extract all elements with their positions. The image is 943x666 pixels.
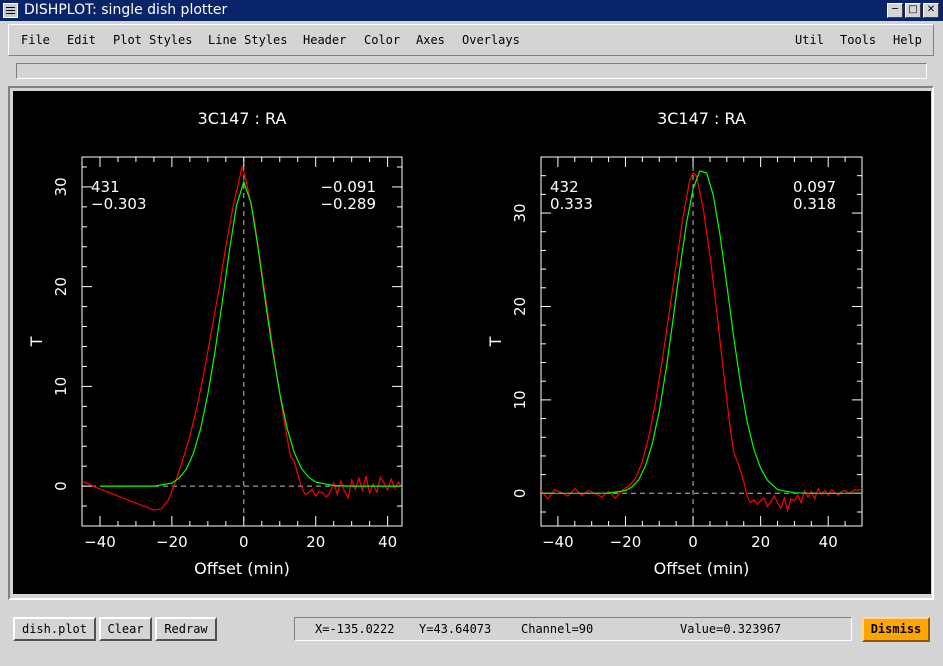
menu-bar: File Edit Plot Styles Line Styles Header… bbox=[8, 24, 934, 56]
panel-1-annotation-top-right-1: −0.091 bbox=[320, 178, 376, 196]
title-bar: DISHPLOT: single dish plotter ─ □ ✕ bbox=[0, 0, 943, 21]
panel-1-y-tick-label: 30 bbox=[52, 177, 70, 196]
panel-2-x-tick-label: −20 bbox=[610, 533, 642, 551]
panel-2-x-tick-label: 40 bbox=[819, 533, 838, 551]
panel-2-y-axis-label: T bbox=[486, 336, 505, 347]
menu-edit[interactable]: Edit bbox=[67, 33, 96, 47]
value-readout: Value=0.323967 bbox=[680, 622, 782, 636]
dismiss-button[interactable]: Dismiss bbox=[862, 617, 930, 642]
window-title: DISHPLOT: single dish plotter bbox=[24, 2, 228, 18]
plot-canvas[interactable]: 3C147 : RA −40 −20 0 20 40 0 10 20 30 Offset (min)… bbox=[13, 91, 931, 594]
dish-plot-button[interactable]: dish.plot bbox=[13, 617, 96, 641]
panel-2-x-axis-label: Offset (min) bbox=[654, 559, 750, 578]
menu-plot-styles[interactable]: Plot Styles bbox=[113, 33, 192, 47]
panel-1-x-tick-label: 40 bbox=[378, 533, 397, 551]
panel-1-chart-title: 3C147 : RA bbox=[198, 109, 287, 128]
panel-1-annotation-top-left-2: −0.303 bbox=[91, 195, 147, 213]
channel-readout: Channel=90 bbox=[521, 622, 594, 636]
panel-2-x-tick-label: 20 bbox=[751, 533, 770, 551]
panel-2-annotation-top-right-1: 0.097 bbox=[793, 178, 836, 196]
menu-file[interactable]: File bbox=[21, 33, 50, 47]
minimize-icon[interactable]: ─ bbox=[887, 3, 903, 18]
panel-1-annotation-top-left-1: 431 bbox=[91, 178, 120, 196]
panel-1-fit-series-line bbox=[100, 179, 402, 487]
cursor-y-readout: Y=43.64073 bbox=[419, 622, 492, 636]
panel-1-data-series-line bbox=[82, 164, 402, 511]
panel-1-y-tick-label: 0 bbox=[52, 481, 70, 491]
menu-tools[interactable]: Tools bbox=[840, 33, 876, 47]
panel-2-annotation-top-left-1: 432 bbox=[550, 178, 579, 196]
panel-2-data-series-line bbox=[541, 171, 862, 513]
panel-1-annotation-top-right-2: −0.289 bbox=[320, 195, 376, 213]
panel-2-chart-title: 3C147 : RA bbox=[657, 109, 746, 128]
menu-axes[interactable]: Axes bbox=[416, 33, 445, 47]
panel-2-annotation-top-left-2: 0.333 bbox=[550, 195, 593, 213]
panel-1-y-tick-label: 10 bbox=[52, 377, 70, 396]
panel-2-annotation-top-right-2: 0.318 bbox=[793, 195, 836, 213]
menu-util[interactable]: Util bbox=[795, 33, 824, 47]
panel-2-y-tick-label: 30 bbox=[511, 204, 529, 223]
panel-2-y-tick-label: 10 bbox=[511, 390, 529, 409]
menu-line-styles[interactable]: Line Styles bbox=[208, 33, 287, 47]
clear-button[interactable]: Clear bbox=[99, 617, 152, 641]
close-icon[interactable]: ✕ bbox=[923, 3, 939, 18]
menu-help[interactable]: Help bbox=[893, 33, 922, 47]
panel-1-y-tick-label: 20 bbox=[52, 277, 70, 296]
menu-color[interactable]: Color bbox=[364, 33, 400, 47]
panel-2-x-tick-label: 0 bbox=[688, 533, 698, 551]
window-menu-icon[interactable] bbox=[3, 3, 18, 18]
panel-1-x-axis-label: Offset (min) bbox=[194, 559, 290, 578]
panel-2-y-tick-label: 0 bbox=[511, 489, 529, 499]
panel-1-x-tick-label: 0 bbox=[239, 533, 249, 551]
maximize-icon[interactable]: □ bbox=[905, 3, 921, 18]
panel-2-y-tick-label: 20 bbox=[511, 297, 529, 316]
panel-1-x-tick-label: 20 bbox=[306, 533, 325, 551]
plot-svg[interactable]: 3C147 : RA −40 −20 0 20 40 0 10 20 30 Offset (min)… bbox=[13, 91, 931, 594]
panel-1-x-tick-label: −40 bbox=[84, 533, 116, 551]
panel-2-x-tick-label: −40 bbox=[542, 533, 574, 551]
panel-1-x-tick-label: −20 bbox=[156, 533, 188, 551]
menu-header[interactable]: Header bbox=[303, 33, 346, 47]
panel-2-fit-series-line bbox=[541, 170, 862, 494]
redraw-button[interactable]: Redraw bbox=[155, 617, 217, 641]
cursor-status-bar: X=-135.0222 Y=43.64073 Channel=90 Value=… bbox=[294, 617, 852, 641]
cursor-x-readout: X=-135.0222 bbox=[315, 622, 395, 636]
menu-overlays[interactable]: Overlays bbox=[462, 33, 520, 47]
panel-1-y-axis-label: T bbox=[27, 336, 46, 347]
message-bar bbox=[16, 63, 927, 79]
